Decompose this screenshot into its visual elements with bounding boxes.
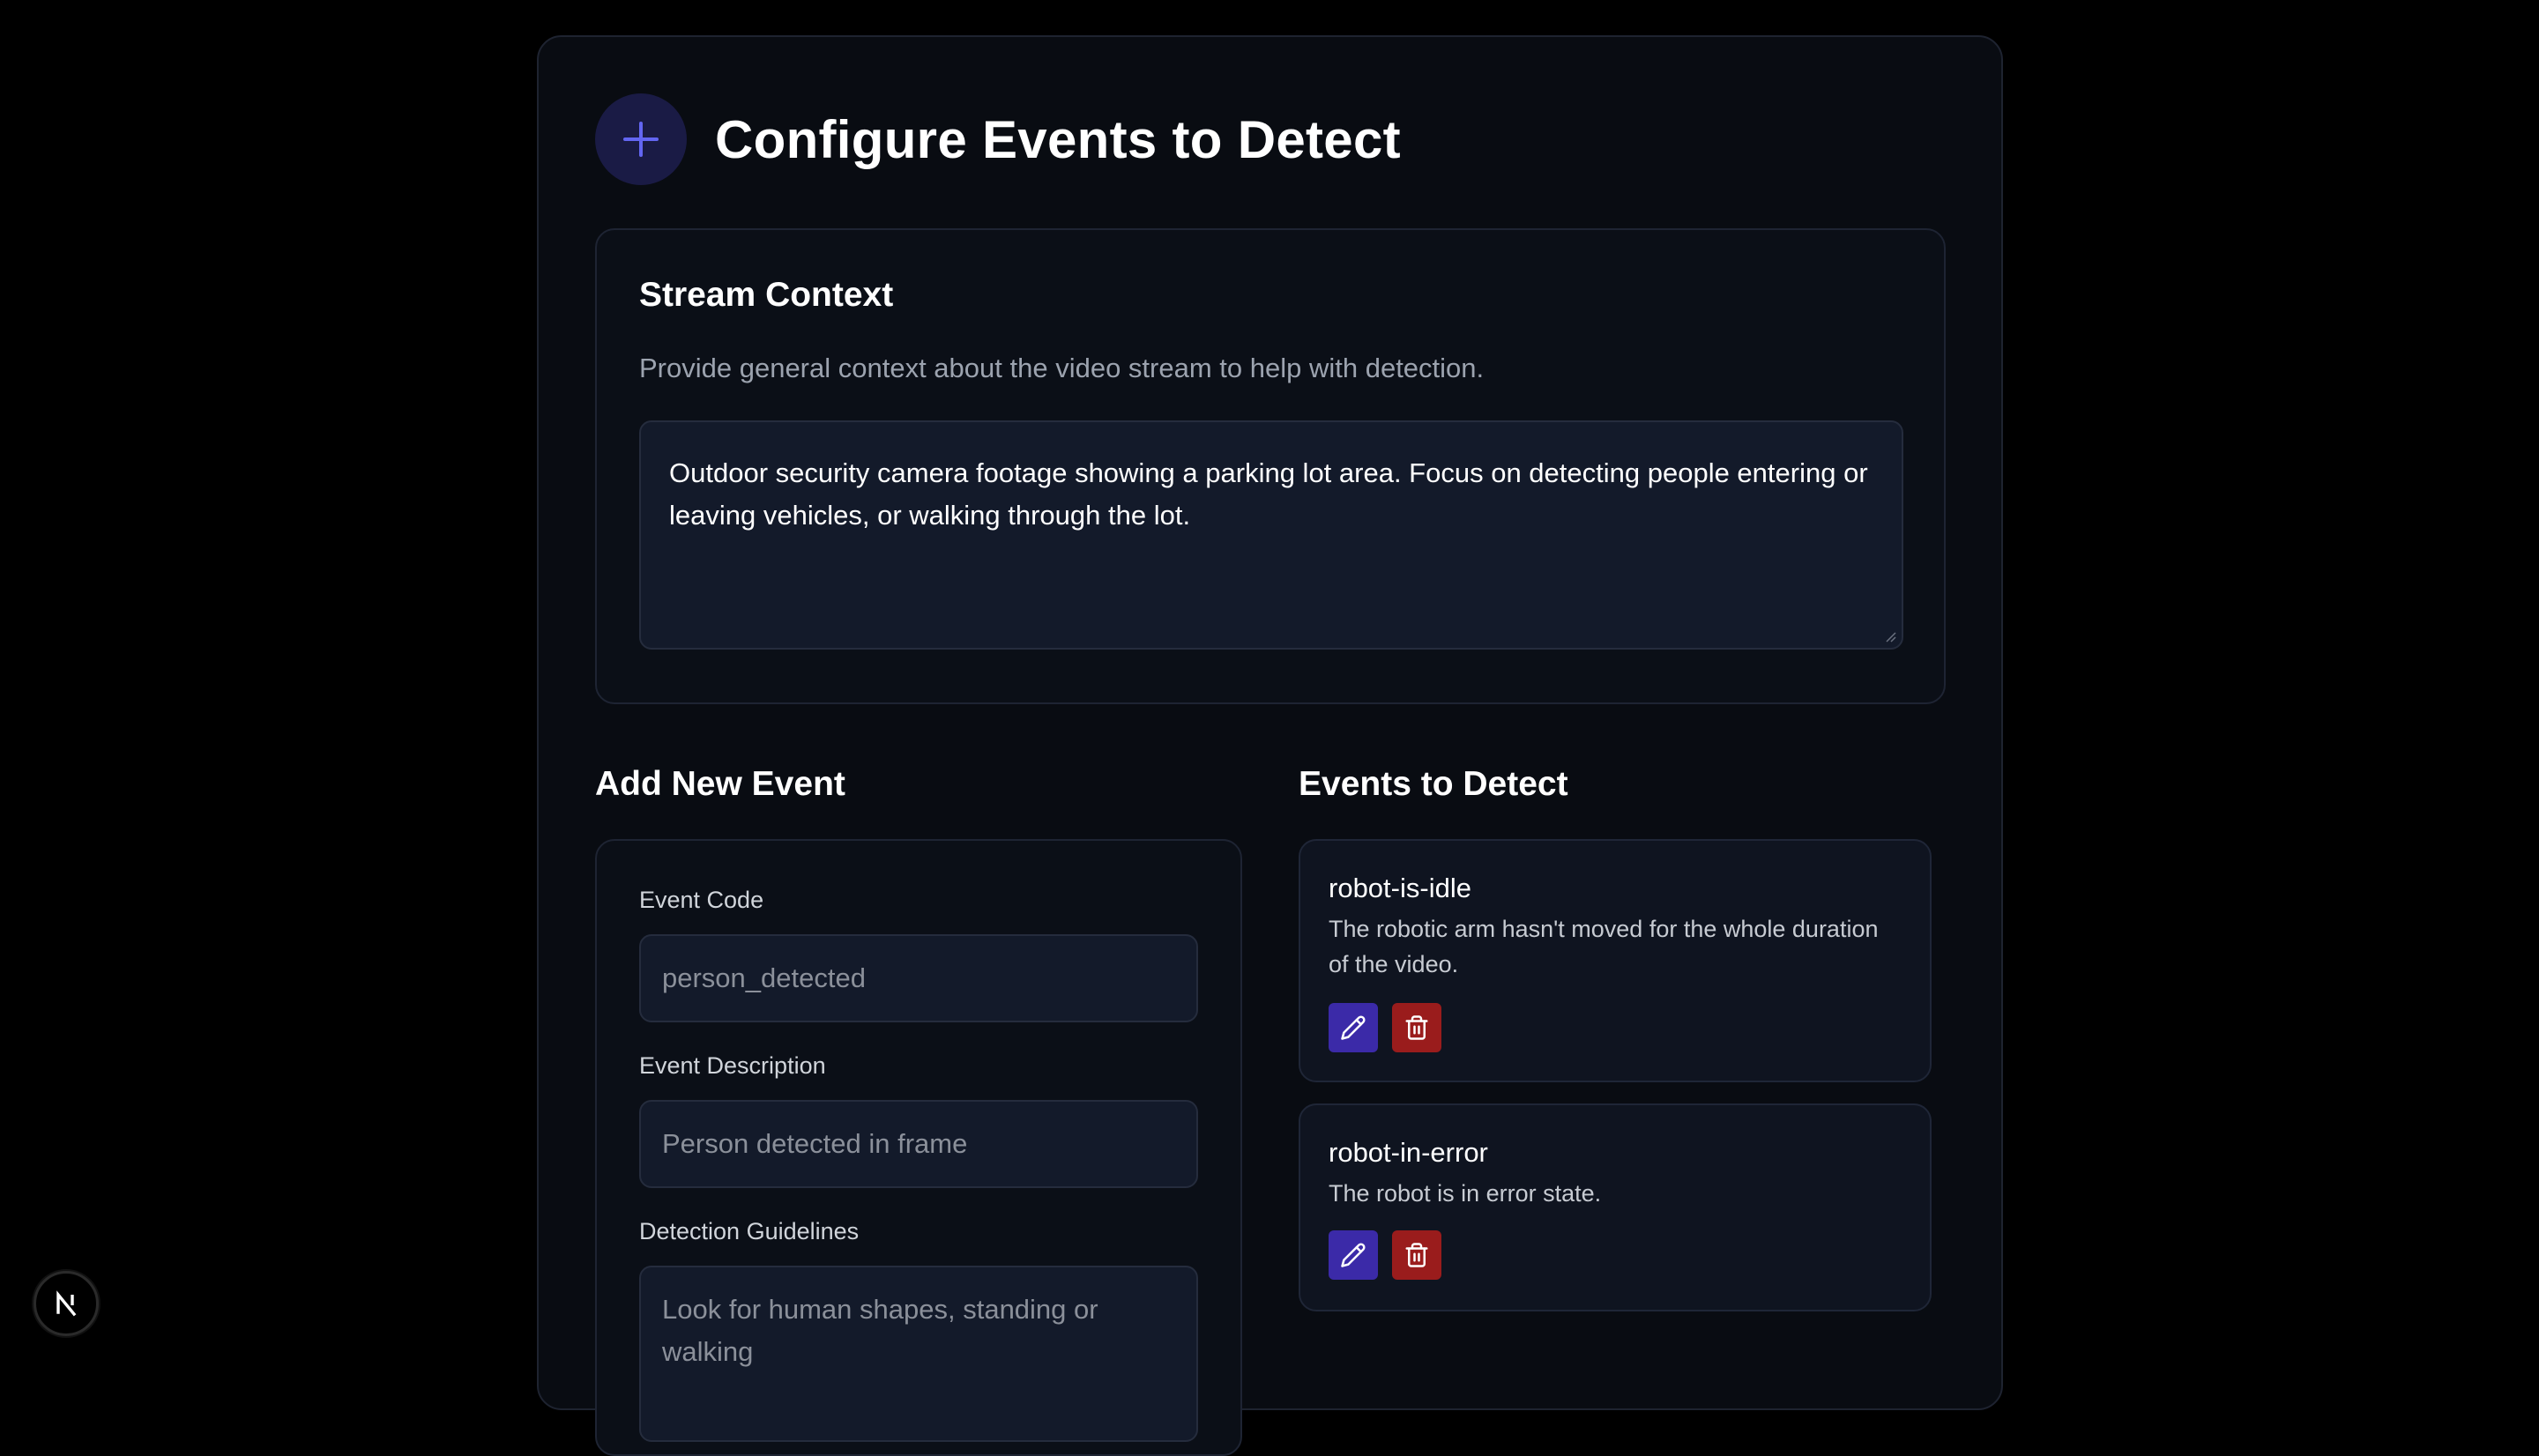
event-description-input[interactable]: Person detected in frame [639,1100,1198,1188]
event-actions [1329,1003,1441,1052]
add-event-form: Event Code person_detected Event Descrip… [595,839,1242,1456]
resize-handle-icon[interactable] [1882,628,1896,643]
trash-icon [1405,1243,1428,1267]
event-code-placeholder: person_detected [662,962,866,993]
plus-icon [595,93,687,185]
stream-context-description: Provide general context about the video … [639,353,1485,383]
delete-event-button[interactable] [1392,1003,1441,1052]
detection-guidelines-label: Detection Guidelines [639,1218,860,1244]
page-header: Configure Events to Detect [595,93,1401,185]
edit-event-button[interactable] [1329,1230,1378,1280]
stream-context-title: Stream Context [639,276,894,314]
pencil-icon [1341,1243,1366,1267]
stream-context-card: Stream Context Provide general context a… [595,228,1946,704]
configure-events-panel: Configure Events to Detect Stream Contex… [537,35,2003,1456]
event-code-input[interactable]: person_detected [639,934,1198,1022]
event-actions [1329,1230,1441,1280]
detection-guidelines-placeholder: Look for human shapes, standing or walki… [662,1294,1098,1367]
detection-guidelines-textarea[interactable]: Look for human shapes, standing or walki… [639,1266,1198,1442]
event-description: The robot is in error state. [1329,1180,1602,1207]
event-description-placeholder: Person detected in frame [662,1128,968,1159]
nextjs-logo-icon [56,1290,77,1317]
stream-context-value: Outdoor security camera footage showing … [669,457,1868,531]
event-code-label: Event Code [639,887,764,913]
nextjs-dev-badge[interactable] [34,1271,99,1336]
event-code: robot-is-idle [1329,873,1471,903]
event-description: The robotic arm hasn't moved for the who… [1329,916,1879,977]
edit-event-button[interactable] [1329,1003,1378,1052]
delete-event-button[interactable] [1392,1230,1441,1280]
add-event-heading: Add New Event [595,765,845,803]
event-card: robot-is-idle The robotic arm hasn't mov… [1299,839,1932,1082]
events-to-detect-heading: Events to Detect [1299,765,1568,803]
event-card: robot-in-error The robot is in error sta… [1299,1103,1932,1311]
stream-context-textarea[interactable]: Outdoor security camera footage showing … [639,420,1903,650]
pencil-icon [1341,1015,1366,1040]
trash-icon [1405,1015,1428,1040]
event-code: robot-in-error [1329,1137,1488,1168]
page-title: Configure Events to Detect [715,109,1401,169]
event-description-label: Event Description [639,1052,826,1079]
